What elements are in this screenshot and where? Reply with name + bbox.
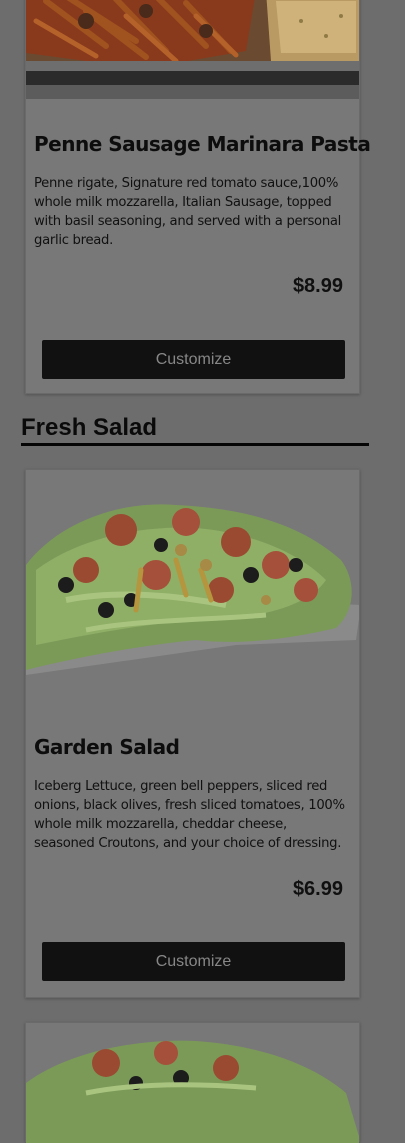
customize-button[interactable]: Customize [42,942,345,981]
item-title: Garden Salad [34,735,180,759]
menu-item-card: Penne Sausage Marinara Pasta Penne rigat… [25,0,371,394]
pasta-image [26,0,359,111]
menu-item-card [25,1022,360,1143]
item-description: Penne rigate, Signature red tomato sauce… [34,176,342,248]
customize-button[interactable]: Customize [42,340,345,379]
salad-image [26,1023,359,1143]
menu-page: Penne Sausage Marinara Pasta Penne rigat… [0,0,405,1143]
item-title: Penne Sausage Marinara Pasta [34,132,371,156]
item-price: $8.99 [292,275,343,297]
section-header: Fresh Salad [21,412,369,446]
section-title: Fresh Salad [21,414,158,441]
item-price: $6.99 [292,878,343,900]
item-description: Iceberg Lettuce, green bell peppers, sli… [34,779,345,851]
menu-item-card: Garden Salad Iceberg Lettuce, green bell… [25,469,360,998]
salad-image [26,470,359,715]
